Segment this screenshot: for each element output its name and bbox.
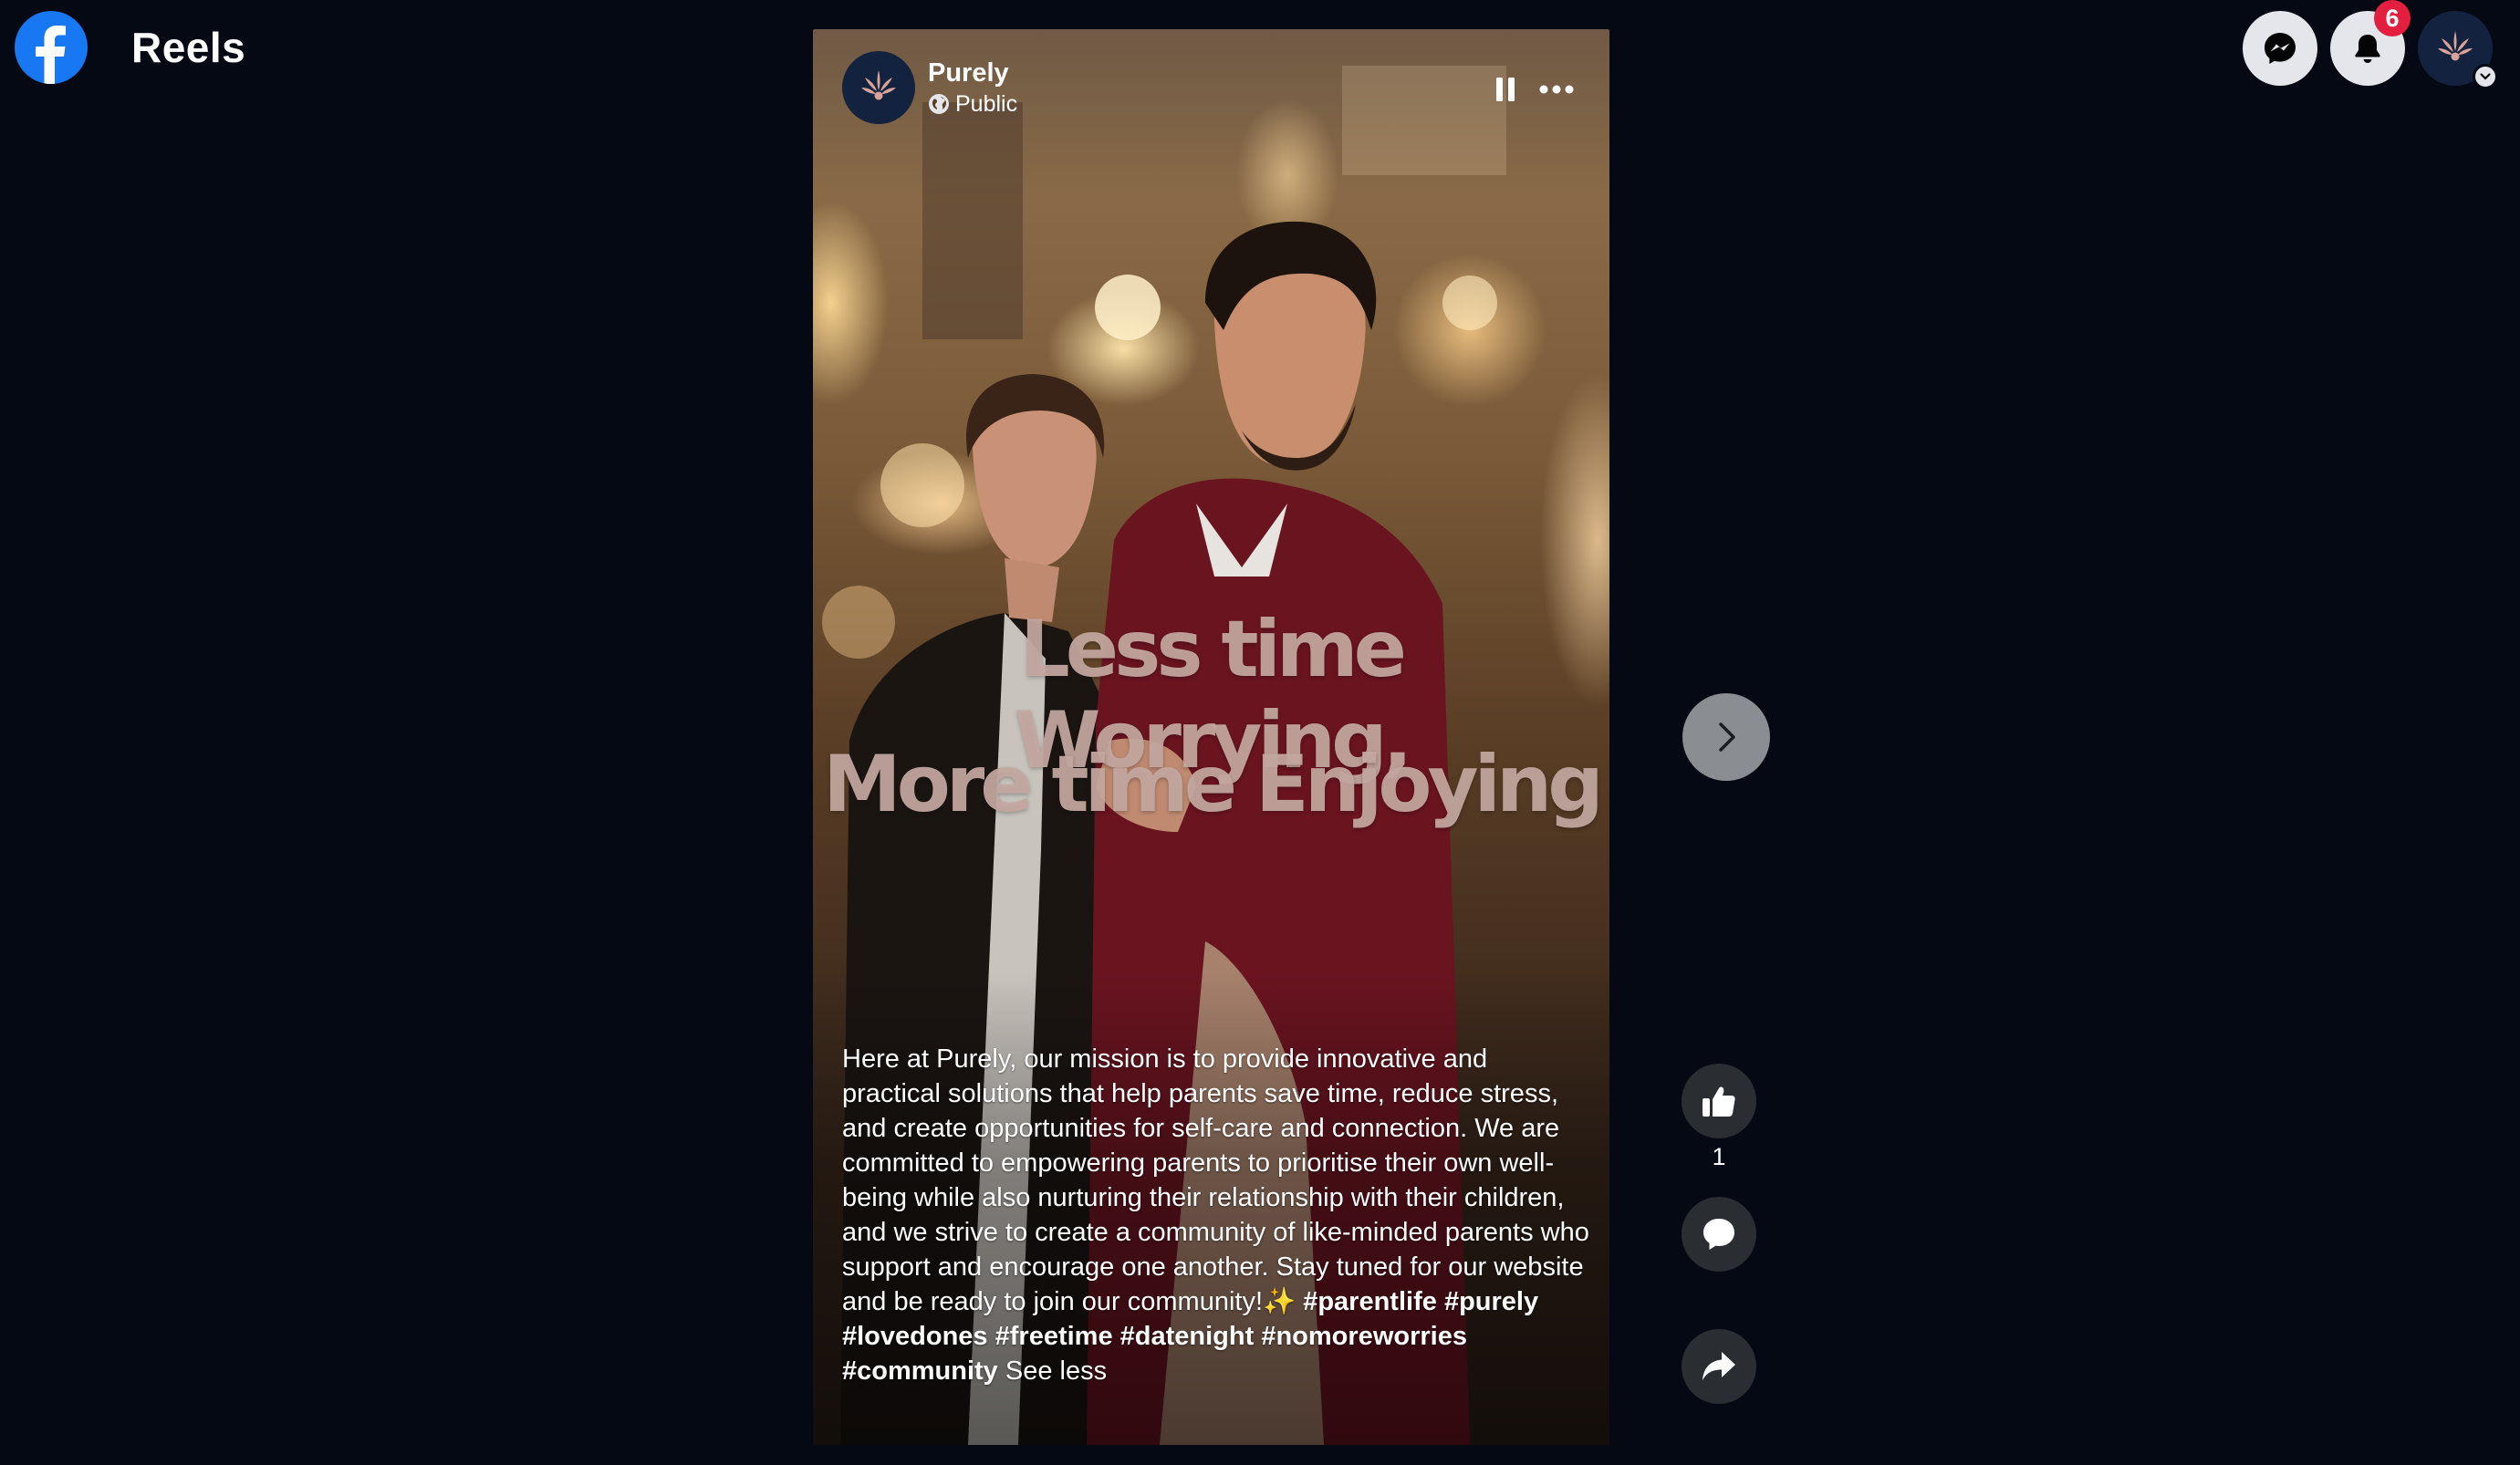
- page-avatar[interactable]: [842, 51, 915, 124]
- chevron-right-icon: [1719, 722, 1735, 752]
- comment-icon: [1703, 1219, 1734, 1250]
- comment-button[interactable]: [1682, 1197, 1756, 1272]
- reel-caption: Here at Purely, our mission is to provid…: [842, 1042, 1590, 1388]
- purely-logo-icon: [861, 70, 896, 100]
- pause-icon: [1496, 78, 1515, 101]
- facebook-icon[interactable]: [15, 11, 88, 84]
- globe-icon: [929, 94, 949, 114]
- share-button[interactable]: [1682, 1329, 1756, 1404]
- share-icon: [1703, 1352, 1735, 1380]
- sparkles-emoji: ✨: [1263, 1287, 1296, 1316]
- hashtag[interactable]: #nomoreworries: [1261, 1322, 1467, 1351]
- brand: Reels: [15, 11, 245, 84]
- like-count: 1: [1712, 1143, 1726, 1170]
- thumbs-up-icon: [1703, 1086, 1735, 1117]
- hashtag[interactable]: #parentlife: [1303, 1287, 1437, 1316]
- more-horizontal-icon: [1539, 85, 1574, 94]
- hashtag[interactable]: #community: [842, 1356, 998, 1386]
- overlay-headline-line2: More time Enjoying: [823, 739, 1604, 830]
- chevron-down-icon[interactable]: [2473, 64, 2498, 89]
- pause-button[interactable]: [1485, 69, 1526, 109]
- reel-video[interactable]: Purely Public Less time Worrying, More t…: [813, 29, 1609, 1445]
- reel-controls: [1474, 69, 1577, 109]
- more-options-button[interactable]: [1536, 69, 1577, 109]
- see-less-link[interactable]: See less: [1005, 1356, 1107, 1386]
- like-button[interactable]: [1682, 1064, 1756, 1138]
- account-button[interactable]: [2418, 11, 2498, 89]
- messenger-button[interactable]: [2243, 11, 2317, 86]
- privacy-indicator: Public: [928, 89, 1017, 119]
- top-nav: 6: [2230, 0, 2498, 89]
- account-avatar: [2438, 31, 2473, 61]
- hashtag[interactable]: #datenight: [1120, 1322, 1255, 1351]
- notification-badge: 6: [2374, 0, 2411, 36]
- hashtag[interactable]: #lovedones: [842, 1322, 988, 1351]
- page-meta: Purely Public: [928, 57, 1017, 119]
- page-title: Reels: [131, 24, 246, 71]
- notifications-button[interactable]: 6: [2330, 0, 2411, 86]
- caption-text: Here at Purely, our mission is to provid…: [842, 1044, 1589, 1316]
- next-reel-button[interactable]: [1682, 693, 1770, 781]
- hashtag[interactable]: #freetime: [995, 1322, 1113, 1351]
- bell-icon: [2355, 35, 2380, 63]
- hashtag[interactable]: #purely: [1444, 1287, 1538, 1316]
- messenger-icon: [2265, 33, 2296, 64]
- privacy-label: Public: [955, 91, 1018, 117]
- page-name[interactable]: Purely: [928, 57, 1017, 89]
- reel-header: Purely Public: [842, 51, 1017, 124]
